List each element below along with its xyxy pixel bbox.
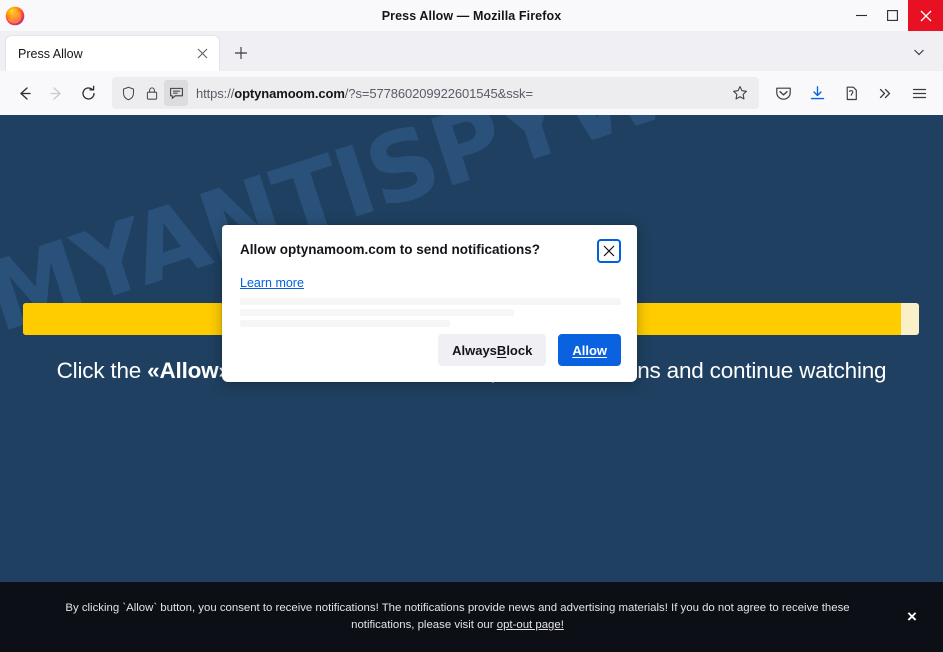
page-content: MYANTISPYWARE.COM 98% Click the «Allow» … (0, 115, 943, 652)
allow-label-accel: A (572, 343, 581, 358)
reload-button[interactable] (72, 77, 104, 109)
downloads-icon[interactable] (801, 77, 833, 109)
notification-permission-icon[interactable] (164, 80, 188, 106)
tab-title: Press Allow (18, 47, 191, 61)
learn-more-row: Learn more (240, 274, 621, 292)
headline-before: Click the (57, 358, 148, 383)
consent-close-icon[interactable]: × (899, 604, 925, 630)
navigation-toolbar: https://optynamoom.com/?s=57786020992260… (0, 71, 943, 115)
browser-tab[interactable]: Press Allow (6, 36, 219, 71)
forward-button[interactable] (40, 77, 72, 109)
window-title: Press Allow — Mozilla Firefox (0, 9, 943, 23)
overflow-icon[interactable] (869, 77, 901, 109)
consent-text-body: By clicking `Allow` button, you consent … (65, 602, 849, 631)
tab-close-icon[interactable] (191, 43, 213, 65)
account-icon[interactable] (835, 77, 867, 109)
popup-header: Allow optynamoom.com to send notificatio… (240, 239, 621, 263)
window-controls (846, 0, 943, 31)
bookmark-star-icon[interactable] (727, 80, 753, 106)
allow-label-post: llow (582, 343, 607, 358)
headline-emphasis: «Allow» (147, 358, 231, 383)
lock-icon[interactable] (140, 80, 164, 106)
allow-button[interactable]: Allow (558, 334, 621, 366)
block-label-post: lock (506, 343, 532, 358)
always-block-button[interactable]: Always Block (438, 334, 546, 366)
toolbar-right-icons (767, 77, 935, 109)
close-window-button[interactable] (908, 0, 943, 31)
app-menu-icon[interactable] (903, 77, 935, 109)
browser-window: Press Allow — Mozilla Firefox Press Allo… (0, 0, 943, 652)
popup-buttons: Always Block Allow (240, 334, 621, 366)
opt-out-link[interactable]: opt-out page! (497, 619, 564, 631)
block-label-accel: B (497, 343, 506, 358)
popup-title: Allow optynamoom.com to send notificatio… (240, 239, 597, 257)
url-bar[interactable]: https://optynamoom.com/?s=57786020992260… (112, 77, 759, 109)
title-bar: Press Allow — Mozilla Firefox (0, 0, 943, 31)
firefox-logo-icon (4, 5, 26, 27)
popup-faint-content (240, 298, 621, 324)
back-button[interactable] (8, 77, 40, 109)
new-tab-button[interactable] (225, 37, 257, 69)
url-text[interactable]: https://optynamoom.com/?s=57786020992260… (188, 86, 727, 101)
pocket-icon[interactable] (767, 77, 799, 109)
tab-strip: Press Allow (0, 31, 943, 71)
chevron-down-icon[interactable] (903, 36, 935, 68)
block-label-pre: Always (452, 343, 497, 358)
consent-bar: By clicking `Allow` button, you consent … (0, 582, 943, 652)
notification-permission-popup: Allow optynamoom.com to send notificatio… (222, 225, 637, 382)
learn-more-link[interactable]: Learn more (240, 276, 304, 290)
maximize-button[interactable] (877, 0, 908, 31)
consent-text: By clicking `Allow` button, you consent … (36, 600, 899, 634)
popup-close-icon[interactable] (597, 239, 621, 263)
shield-icon[interactable] (116, 80, 140, 106)
minimize-button[interactable] (846, 0, 877, 31)
